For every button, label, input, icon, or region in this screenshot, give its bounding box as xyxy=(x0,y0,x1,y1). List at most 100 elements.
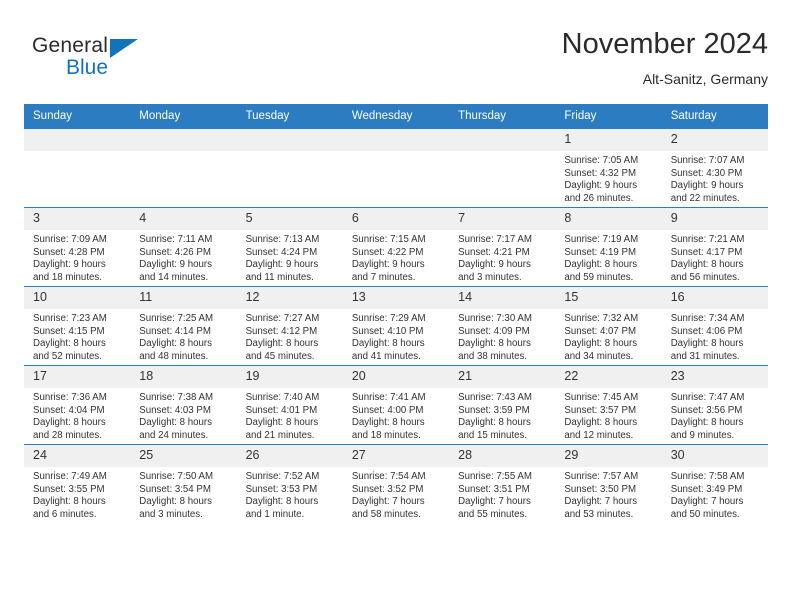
sunrise-text: Sunrise: 7:57 AM xyxy=(564,471,639,482)
sunset-text: Sunset: 4:22 PM xyxy=(351,246,424,258)
sunset-text: Sunset: 4:12 PM xyxy=(245,325,318,337)
day-number: 23 xyxy=(661,366,768,388)
day-sun-info: Sunrise: 7:38 AM Sunset: 4:03 PM Daylight:… xyxy=(130,388,236,442)
day-number: 18 xyxy=(130,366,237,388)
calendar-day-cell[interactable]: 27 Sunrise: 7:54 AM Sunset: 3:52 PM Dayligh… xyxy=(342,444,450,523)
calendar-day-cell[interactable]: 5 Sunrise: 7:13 AM Sunset: 4:24 PM Daylight… xyxy=(236,207,343,287)
day-sun-info: Sunrise: 7:36 AM Sunset: 4:04 PM Daylight:… xyxy=(24,388,130,442)
sunset-text: Sunset: 3:51 PM xyxy=(458,483,530,495)
sunrise-text: Sunrise: 7:30 AM xyxy=(458,313,532,324)
calendar-day-cell[interactable]: 28 Sunrise: 7:55 AM Sunset: 3:51 PM Dayligh… xyxy=(449,444,556,523)
calendar-day-cell[interactable]: 20 Sunrise: 7:41 AM Sunset: 4:00 PM Dayligh… xyxy=(342,365,450,445)
daylight-text: Daylight: 8 hours and 1 minute. xyxy=(245,496,319,520)
day-sun-info: Sunrise: 7:09 AM Sunset: 4:28 PM Daylight:… xyxy=(24,230,130,284)
daylight-text: Daylight: 8 hours and 21 minutes. xyxy=(245,417,319,441)
sunrise-text: Sunrise: 7:09 AM xyxy=(33,234,107,245)
logo-text-blue: Blue xyxy=(66,56,109,79)
sunset-text: Sunset: 4:24 PM xyxy=(245,246,318,258)
daylight-text: Daylight: 8 hours and 3 minutes. xyxy=(139,496,212,520)
calendar-day-cell[interactable]: 25 Sunrise: 7:50 AM Sunset: 3:54 PM Dayligh… xyxy=(130,444,237,523)
sunrise-text: Sunrise: 7:29 AM xyxy=(351,313,426,324)
page-header: General Blue November 2024 Alt-Sanitz, G… xyxy=(24,26,768,98)
sunrise-text: Sunrise: 7:25 AM xyxy=(139,313,214,324)
sunset-text: Sunset: 4:32 PM xyxy=(564,167,637,179)
page-title: November 2024 xyxy=(561,28,768,60)
day-number: 7 xyxy=(449,208,556,230)
day-number: 6 xyxy=(342,208,450,230)
sunset-text: Sunset: 4:07 PM xyxy=(564,325,637,337)
calendar-day-cell[interactable]: 24 Sunrise: 7:49 AM Sunset: 3:55 PM Dayligh… xyxy=(24,444,131,523)
day-number: 5 xyxy=(236,208,343,230)
day-sun-info: Sunrise: 7:50 AM Sunset: 3:54 PM Daylight:… xyxy=(130,467,236,521)
sunset-text: Sunset: 3:54 PM xyxy=(139,483,211,495)
day-number: 2 xyxy=(661,129,768,151)
sunrise-text: Sunrise: 7:36 AM xyxy=(33,392,107,403)
daylight-text: Daylight: 9 hours and 22 minutes. xyxy=(670,180,744,204)
day-sun-info: Sunrise: 7:19 AM Sunset: 4:19 PM Daylight:… xyxy=(555,230,661,284)
sunset-text: Sunset: 3:56 PM xyxy=(670,404,743,416)
day-number: 26 xyxy=(236,445,343,467)
general-blue-logo[interactable]: General Blue xyxy=(32,34,212,90)
calendar-table: Sunday Monday Tuesday Wednesday Thursday Frid… xyxy=(24,104,768,523)
day-sun-info: Sunrise: 7:47 AM Sunset: 3:56 PM Daylight:… xyxy=(662,388,768,442)
calendar-day-cell[interactable]: 21 Sunrise: 7:43 AM Sunset: 3:59 PM Dayligh… xyxy=(449,365,556,445)
calendar-day-cell[interactable]: 30 Sunrise: 7:58 AM Sunset: 3:49 PM Dayligh… xyxy=(661,444,768,523)
day-sun-info: Sunrise: 7:45 AM Sunset: 3:57 PM Daylight:… xyxy=(555,388,661,442)
sunrise-text: Sunrise: 7:27 AM xyxy=(245,313,320,324)
calendar-day-cell[interactable]: 1 Sunrise: 7:05 AM Sunset: 4:32 PM Daylight… xyxy=(555,128,662,208)
calendar-day-cell[interactable]: 13 Sunrise: 7:29 AM Sunset: 4:10 PM Dayligh… xyxy=(342,286,450,366)
calendar-day-cell[interactable]: 6 Sunrise: 7:15 AM Sunset: 4:22 PM Daylight… xyxy=(342,207,450,287)
calendar-day-cell[interactable]: 2 Sunrise: 7:07 AM Sunset: 4:30 PM Daylight… xyxy=(661,128,768,208)
calendar-day-cell[interactable]: 22 Sunrise: 7:45 AM Sunset: 3:57 PM Dayligh… xyxy=(555,365,662,445)
day-number xyxy=(236,129,343,151)
sunrise-text: Sunrise: 7:05 AM xyxy=(564,155,639,166)
day-number: 12 xyxy=(236,287,343,309)
day-sun-info: Sunrise: 7:55 AM Sunset: 3:51 PM Daylight:… xyxy=(449,467,555,521)
sunrise-text: Sunrise: 7:38 AM xyxy=(139,392,214,403)
day-number: 17 xyxy=(24,366,131,388)
calendar-day-cell[interactable]: 16 Sunrise: 7:34 AM Sunset: 4:06 PM Dayligh… xyxy=(661,286,768,366)
calendar-day-cell[interactable]: 18 Sunrise: 7:38 AM Sunset: 4:03 PM Dayligh… xyxy=(130,365,237,445)
sunrise-text: Sunrise: 7:21 AM xyxy=(670,234,745,245)
day-sun-info: Sunrise: 7:11 AM Sunset: 4:26 PM Daylight:… xyxy=(130,230,236,284)
calendar-week-row: 1 Sunrise: 7:05 AM Sunset: 4:32 PM Daylight… xyxy=(24,128,768,208)
sunset-text: Sunset: 4:06 PM xyxy=(670,325,743,337)
calendar-day-cell[interactable]: 4 Sunrise: 7:11 AM Sunset: 4:26 PM Daylight… xyxy=(130,207,237,287)
weekday-header-thursday: Thursday xyxy=(449,104,556,129)
day-sun-info: Sunrise: 7:58 AM Sunset: 3:49 PM Daylight:… xyxy=(662,467,768,521)
day-number: 21 xyxy=(449,366,556,388)
sunrise-text: Sunrise: 7:13 AM xyxy=(245,234,320,245)
calendar-day-cell[interactable]: 11 Sunrise: 7:25 AM Sunset: 4:14 PM Dayligh… xyxy=(130,286,237,366)
sunrise-text: Sunrise: 7:50 AM xyxy=(139,471,214,482)
calendar-day-cell[interactable]: 10 Sunrise: 7:23 AM Sunset: 4:15 PM Dayligh… xyxy=(24,286,131,366)
daylight-text: Daylight: 8 hours and 48 minutes. xyxy=(139,338,212,362)
calendar-header-row: Sunday Monday Tuesday Wednesday Thursday Frid… xyxy=(24,104,768,129)
calendar-day-cell[interactable]: 29 Sunrise: 7:57 AM Sunset: 3:50 PM Dayligh… xyxy=(555,444,662,523)
calendar-day-cell[interactable]: 17 Sunrise: 7:36 AM Sunset: 4:04 PM Dayligh… xyxy=(24,365,131,445)
calendar-day-cell[interactable]: 12 Sunrise: 7:27 AM Sunset: 4:12 PM Dayligh… xyxy=(236,286,343,366)
sunset-text: Sunset: 4:21 PM xyxy=(458,246,530,258)
calendar-day-cell[interactable]: 15 Sunrise: 7:32 AM Sunset: 4:07 PM Dayligh… xyxy=(555,286,662,366)
sunset-text: Sunset: 4:14 PM xyxy=(139,325,211,337)
calendar-day-cell[interactable]: 8 Sunrise: 7:19 AM Sunset: 4:19 PM Daylight… xyxy=(555,207,662,287)
daylight-text: Daylight: 8 hours and 31 minutes. xyxy=(670,338,744,362)
day-number: 1 xyxy=(555,129,662,151)
calendar-day-cell[interactable]: 9 Sunrise: 7:21 AM Sunset: 4:17 PM Daylight… xyxy=(661,207,768,287)
calendar-day-cell[interactable]: 7 Sunrise: 7:17 AM Sunset: 4:21 PM Daylight… xyxy=(449,207,556,287)
calendar-day-cell[interactable]: 14 Sunrise: 7:30 AM Sunset: 4:09 PM Dayligh… xyxy=(449,286,556,366)
calendar-day-cell[interactable]: 19 Sunrise: 7:40 AM Sunset: 4:01 PM Dayligh… xyxy=(236,365,343,445)
calendar-body: 1 Sunrise: 7:05 AM Sunset: 4:32 PM Daylight… xyxy=(24,128,768,523)
calendar-day-cell[interactable]: 3 Sunrise: 7:09 AM Sunset: 4:28 PM Daylight… xyxy=(24,207,131,287)
sunset-text: Sunset: 4:10 PM xyxy=(351,325,424,337)
calendar-day-cell-empty xyxy=(130,128,237,208)
calendar-day-cell[interactable]: 23 Sunrise: 7:47 AM Sunset: 3:56 PM Dayligh… xyxy=(661,365,768,445)
sunset-text: Sunset: 4:03 PM xyxy=(139,404,211,416)
day-sun-info: Sunrise: 7:40 AM Sunset: 4:01 PM Daylight:… xyxy=(237,388,343,442)
sunrise-text: Sunrise: 7:17 AM xyxy=(458,234,532,245)
calendar-day-cell[interactable]: 26 Sunrise: 7:52 AM Sunset: 3:53 PM Dayligh… xyxy=(236,444,343,523)
day-number: 8 xyxy=(555,208,662,230)
daylight-text: Daylight: 8 hours and 6 minutes. xyxy=(33,496,106,520)
day-sun-info: Sunrise: 7:43 AM Sunset: 3:59 PM Daylight:… xyxy=(449,388,555,442)
day-number xyxy=(342,129,450,151)
sunset-text: Sunset: 4:04 PM xyxy=(33,404,105,416)
